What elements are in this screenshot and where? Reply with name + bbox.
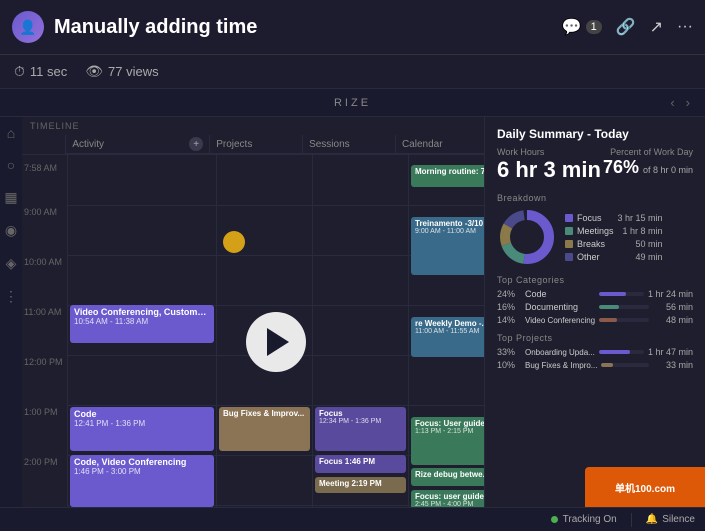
play-icon	[267, 328, 289, 356]
app-name: RIZE	[334, 97, 371, 109]
more-icon: ···	[677, 18, 693, 36]
cat-code: 24% Code 1 hr 24 min	[497, 289, 693, 299]
share-icon: ↗	[650, 17, 663, 37]
donut-area: Focus 3 hr 15 min Meetings 1 hr 8 min Br…	[497, 207, 693, 267]
cal-treinamento[interactable]: Treinamento -3/10 9:00 AM - 11:00 AM	[411, 217, 484, 275]
nav-forward-icon[interactable]: ›	[686, 95, 693, 110]
calendar-sidebar-icon[interactable]: ▦	[4, 189, 17, 206]
proj-bug-fixes: 10% Bug Fixes & Impro... 33 min	[497, 360, 693, 370]
percent-value: 76%	[603, 157, 639, 178]
play-button[interactable]	[246, 312, 306, 372]
cat-documenting: 16% Documenting 56 min	[497, 302, 693, 312]
nav-back-icon[interactable]: ‹	[670, 95, 677, 110]
time-200: 2:00 PM	[24, 457, 58, 467]
work-hours-label: Work Hours	[497, 147, 601, 157]
proj-onboarding: 33% Onboarding Upda... 1 hr 47 min	[497, 347, 693, 357]
summary-title: Daily Summary - Today	[497, 127, 693, 141]
session-focus2[interactable]: Focus 1:46 PM	[315, 455, 406, 473]
bottom-bar: Tracking On 🔔 Silence	[0, 507, 705, 531]
sub-bar: ⏱ 11 sec 👁 77 views	[0, 55, 705, 89]
silence-icon: 🔔	[646, 514, 658, 525]
tag-sidebar-icon[interactable]: ◈	[6, 255, 17, 272]
sessions-col-header: Sessions	[303, 135, 396, 154]
left-sidebar: ⌂ ○ ▦ ◉ ◈ ⋮	[0, 117, 22, 477]
home-icon[interactable]: ⌂	[7, 125, 15, 141]
top-projects-label: Top Projects	[497, 333, 693, 343]
link-button[interactable]: 🔗	[616, 17, 636, 37]
time-1200: 12:00 PM	[24, 357, 63, 367]
tracking-status: Tracking On	[551, 514, 617, 525]
projects-col-header: Projects	[210, 135, 303, 154]
views-value: 77 views	[108, 64, 159, 79]
timeline-label: TIMELINE	[22, 117, 484, 135]
calendar-col-header: Calendar	[396, 135, 484, 154]
top-right-actions: 💬 1 🔗 ↗ ···	[562, 17, 693, 37]
cursor-indicator	[223, 231, 245, 253]
top-categories-label: Top Categories	[497, 275, 693, 285]
percent-label: Percent of Work Day	[603, 147, 693, 157]
tracking-dot	[551, 516, 558, 523]
activity-block-video[interactable]: Video Conferencing, Customer Support 10:…	[70, 305, 214, 343]
time-1000: 10:00 AM	[24, 257, 62, 267]
duration-item: ⏱ 11 sec	[14, 63, 67, 80]
time-100: 1:00 PM	[24, 407, 58, 417]
activity-col-header: Activity +	[66, 135, 210, 154]
timeline-panel: TIMELINE Activity + Projects Sessions Ca…	[22, 117, 485, 531]
time-1100: 11:00 AM	[24, 307, 61, 317]
session-meeting1[interactable]: Meeting 2:19 PM	[315, 477, 406, 493]
time-758: 7:58 AM	[24, 163, 57, 173]
cal-weekly-demo[interactable]: re Weekly Demo -... 11:00 AM - 11:55 AM	[411, 317, 484, 357]
legend-other: Other 49 min	[565, 252, 663, 262]
chart-sidebar-icon[interactable]: ◉	[5, 222, 17, 239]
session-focus1[interactable]: Focus 12:34 PM - 1:36 PM	[315, 407, 406, 451]
top-bar: 👤 Manually adding time 💬 1 🔗 ↗ ···	[0, 0, 705, 55]
breakdown-legend: Focus 3 hr 15 min Meetings 1 hr 8 min Br…	[565, 213, 663, 262]
views-item: 👁 77 views	[85, 63, 158, 80]
link-icon: 🔗	[616, 17, 636, 37]
work-hours-value: 6 hr 3 min	[497, 157, 601, 183]
add-activity-button[interactable]: +	[189, 137, 203, 151]
clock-icon: ⏱	[14, 63, 25, 80]
divider	[631, 513, 632, 527]
share-button[interactable]: ↗	[650, 17, 663, 37]
summary-header-row: Work Hours 6 hr 3 min Percent of Work Da…	[497, 147, 693, 185]
nav-arrows: ‹ ›	[670, 95, 693, 110]
project-bug-fixes[interactable]: Bug Fixes & Improv...	[219, 407, 310, 451]
page-title: Manually adding time	[54, 16, 257, 39]
time-900: 9:00 AM	[24, 207, 57, 217]
avatar: 👤	[12, 11, 44, 43]
legend-meetings: Meetings 1 hr 8 min	[565, 226, 663, 236]
donut-chart	[497, 207, 557, 267]
breakdown-label: Breakdown	[497, 193, 693, 203]
activity-block-code1[interactable]: Code 12:41 PM - 1:36 PM	[70, 407, 214, 451]
tracking-label: Tracking On	[563, 514, 617, 525]
comment-icon: 💬	[562, 17, 582, 37]
comment-button[interactable]: 💬 1	[562, 17, 602, 37]
eye-icon: 👁	[85, 63, 103, 80]
cat-video-conf: 14% Video Conferencing 48 min	[497, 315, 693, 325]
settings-sidebar-icon[interactable]: ⋮	[4, 288, 18, 305]
legend-focus: Focus 3 hr 15 min	[565, 213, 663, 223]
cal-rize-debug[interactable]: Rize debug betwe...	[411, 468, 484, 486]
percent-sub: of 8 hr 0 min	[643, 165, 693, 175]
duration-value: 11 sec	[30, 64, 67, 79]
legend-breaks: Breaks 50 min	[565, 239, 663, 249]
cal-focus-guide1[interactable]: Focus: User guide 1:13 PM - 2:15 PM	[411, 417, 484, 465]
more-button[interactable]: ···	[677, 18, 693, 36]
clock-sidebar-icon[interactable]: ○	[7, 157, 15, 173]
cal-morning[interactable]: Morning routine: 7:...	[411, 165, 484, 187]
silence-label: Silence	[662, 514, 695, 525]
silence-button[interactable]: 🔔 Silence	[646, 514, 695, 525]
comment-count: 1	[586, 20, 602, 34]
activity-block-code-video[interactable]: Code, Video Conferencing 1:46 PM - 3:00 …	[70, 455, 214, 507]
app-header: RIZE ‹ ›	[0, 89, 705, 117]
watermark: 单机100.com	[585, 467, 705, 507]
